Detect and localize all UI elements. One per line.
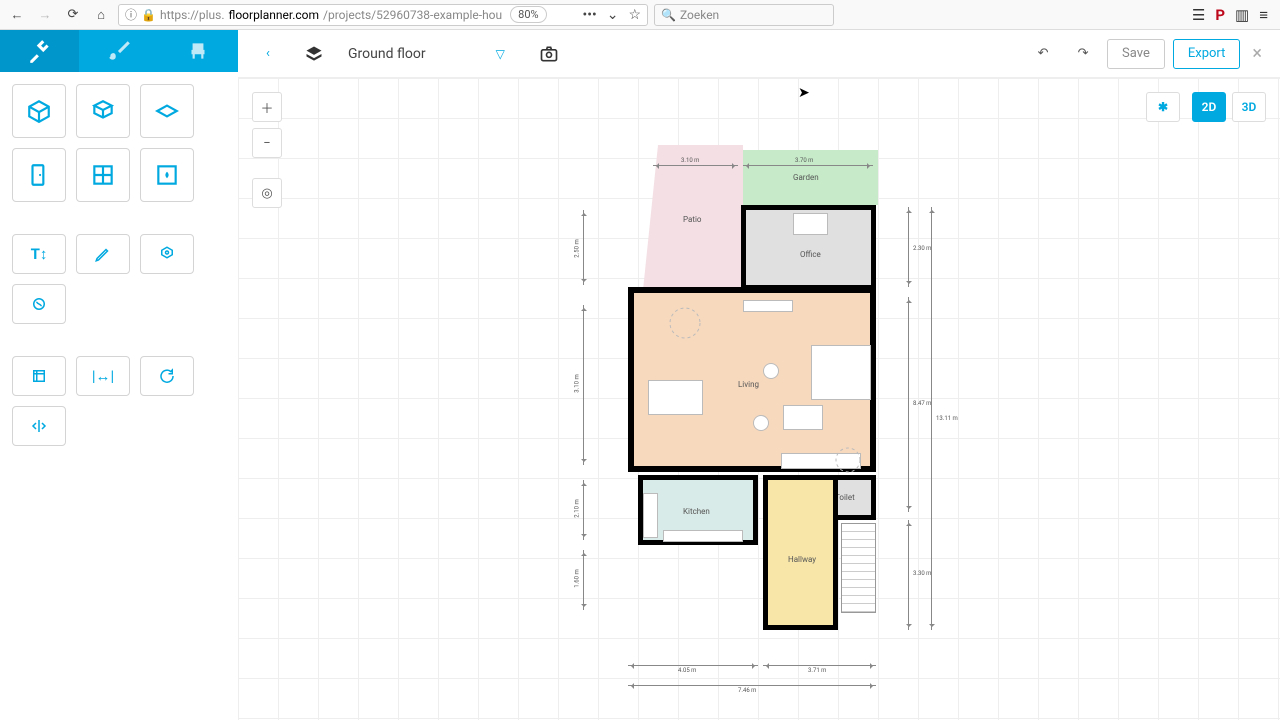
floor-dropdown[interactable]: ▽ <box>496 47 505 61</box>
back-button[interactable]: ← <box>6 4 28 26</box>
cursor-icon: ➤ <box>798 85 810 101</box>
brush-icon <box>106 38 132 64</box>
stairs[interactable] <box>841 523 876 613</box>
draw-surface-tool[interactable] <box>140 84 194 138</box>
view-2d-button[interactable]: 2D <box>1192 92 1226 122</box>
floors-icon[interactable] <box>298 38 330 70</box>
door-tool[interactable] <box>12 148 66 202</box>
reload-button[interactable]: ⟳ <box>62 4 84 26</box>
zoom-out-button[interactable]: − <box>252 128 282 158</box>
close-button[interactable]: × <box>1248 43 1266 64</box>
furnish-mode-tab[interactable] <box>159 30 238 72</box>
scale-tool[interactable] <box>12 356 66 396</box>
tool-panel: T↕ |↔| <box>0 72 238 458</box>
plant-icon <box>665 303 705 343</box>
zoom-in-button[interactable]: ＋ <box>252 92 282 122</box>
living-label: Living <box>738 380 759 389</box>
hammer-icon <box>27 38 53 64</box>
plant-icon <box>833 445 863 475</box>
menu-icon[interactable]: ≡ <box>1259 6 1268 24</box>
canvas-area[interactable]: ‹ Ground floor ▽ ↶ ↷ Save Export × ＋ − ◎… <box>238 30 1280 720</box>
browser-search[interactable]: 🔍 Zoeken <box>654 4 834 26</box>
draw-wall-tool[interactable] <box>76 84 130 138</box>
text-tool[interactable]: T↕ <box>12 234 66 274</box>
back-to-project-button[interactable]: ‹ <box>252 38 284 70</box>
pocket-icon[interactable]: ⌄ <box>607 7 619 23</box>
url-bar[interactable]: ⓘ 🔒 https://plus.floorplanner.com/projec… <box>118 4 648 26</box>
info-icon: ⓘ <box>125 6 137 23</box>
bookmark-icon[interactable]: ☆ <box>628 7 641 23</box>
export-button[interactable]: Export <box>1173 39 1241 69</box>
more-icon[interactable]: ••• <box>583 7 597 23</box>
floor-name[interactable]: Ground floor <box>348 46 426 62</box>
build-mode-tab[interactable] <box>0 30 79 72</box>
pencil-tool[interactable] <box>76 234 130 274</box>
app-topbar: ‹ Ground floor ▽ ↶ ↷ Save Export × <box>238 30 1280 78</box>
decorate-mode-tab[interactable] <box>79 30 158 72</box>
camera-pin-tool[interactable] <box>140 234 194 274</box>
view-3d-button[interactable]: 3D <box>1232 92 1266 122</box>
mirror-tool[interactable] <box>12 406 66 446</box>
library-icon[interactable]: ☰ <box>1192 6 1205 24</box>
symbol-tool[interactable] <box>12 284 66 324</box>
dimension-tool[interactable]: |↔| <box>76 356 130 396</box>
floor-plan[interactable]: Garden Patio Office Living Kitchen <box>583 105 893 655</box>
redo-button[interactable]: ↷ <box>1067 38 1099 70</box>
fireplace-tool[interactable] <box>140 148 194 202</box>
save-button[interactable]: Save <box>1107 39 1165 69</box>
left-sidebar: T↕ |↔| <box>0 30 238 720</box>
search-icon: 🔍 <box>661 8 676 22</box>
garden-label: Garden <box>793 173 819 182</box>
hallway-label: Hallway <box>788 555 816 564</box>
locate-button[interactable]: ◎ <box>252 178 282 208</box>
window-tool[interactable] <box>76 148 130 202</box>
home-button[interactable]: ⌂ <box>90 4 112 26</box>
settings-button[interactable]: ✱ <box>1146 92 1180 122</box>
snapshot-button[interactable] <box>533 38 565 70</box>
pinterest-icon[interactable]: P <box>1215 6 1225 24</box>
room-hallway[interactable] <box>763 475 838 630</box>
undo-button[interactable]: ↶ <box>1027 38 1059 70</box>
patio-label: Patio <box>683 215 701 224</box>
kitchen-label: Kitchen <box>683 507 710 516</box>
rotate-tool[interactable] <box>140 356 194 396</box>
sidebar-icon[interactable]: ▥ <box>1235 6 1249 24</box>
browser-toolbar: ← → ⟳ ⌂ ⓘ 🔒 https://plus.floorplanner.co… <box>0 0 1280 30</box>
chair-icon <box>185 38 211 64</box>
lock-icon: 🔒 <box>141 8 156 22</box>
draw-room-tool[interactable] <box>12 84 66 138</box>
forward-button[interactable]: → <box>34 4 56 26</box>
office-label: Office <box>800 250 821 259</box>
zoom-level[interactable]: 80% <box>510 6 546 23</box>
